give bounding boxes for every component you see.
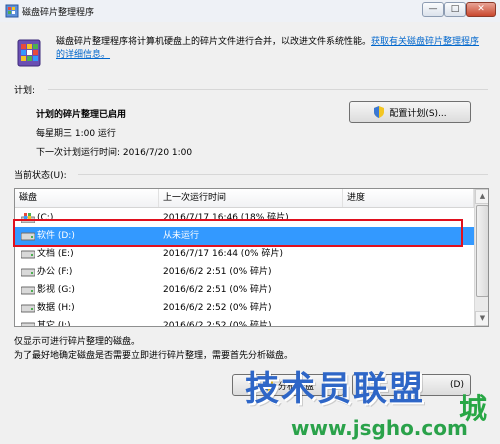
note-line-1: 仅显示可进行碎片整理的磁盘。	[14, 337, 141, 347]
disk-name: 办公 (F:)	[37, 267, 73, 277]
disk-name: 数据 (H:)	[37, 303, 75, 313]
hard-drive-icon	[21, 268, 35, 277]
hard-drive-icon	[21, 322, 35, 326]
disk-row-g[interactable]: 影视 (G:) 2016/6/2 2:51 (0% 碎片)	[15, 281, 474, 299]
defrag-app-icon	[5, 4, 19, 18]
disk-name: 影视 (G:)	[37, 285, 75, 295]
maximize-button[interactable]: □	[444, 2, 466, 17]
hard-drive-icon	[21, 286, 35, 295]
title-bar: 磁盘碎片整理程序 — □ ✕	[0, 0, 500, 23]
description-text: 磁盘碎片整理程序将计算机硬盘上的碎片文件进行合并，以改进文件系统性能。	[56, 37, 372, 47]
status-divider	[78, 174, 488, 175]
configure-schedule-label: 配置计划(S)...	[389, 108, 447, 119]
disk-last-run: 2016/7/17 16:44 (0% 碎片)	[163, 249, 283, 259]
disk-list: 磁盘 上一次运行时间 进度 (C:) 2016/7/17 16:46 (18% …	[14, 188, 489, 327]
column-last-run[interactable]: 上一次运行时间	[159, 189, 343, 207]
defrag-banner-icon	[17, 39, 41, 67]
watermark-title: 技术员联盟	[245, 369, 425, 409]
scroll-down-icon[interactable]: ▼	[475, 311, 488, 326]
window-title: 磁盘碎片整理程序	[22, 8, 95, 18]
minimize-button[interactable]: —	[422, 2, 444, 17]
minimize-icon: —	[428, 4, 438, 14]
schedule-next-run: 下一次计划运行时间: 2016/7/20 1:00	[36, 148, 193, 158]
schedule-status: 计划的碎片整理已启用	[36, 110, 127, 120]
header-description: 磁盘碎片整理程序将计算机硬盘上的碎片文件进行合并，以改进文件系统性能。获取有关磁…	[56, 36, 488, 62]
disk-row-i[interactable]: 其它 (I:) 2016/6/2 2:52 (0% 碎片)	[15, 317, 474, 327]
close-button[interactable]: ✕	[466, 2, 496, 17]
configure-schedule-button[interactable]: 配置计划(S)...	[349, 101, 471, 123]
note-line-2: 为了最好地确定磁盘是否需要立即进行碎片整理，需要首先分析磁盘。	[14, 351, 294, 361]
disk-last-run: 2016/6/2 2:51 (0% 碎片)	[163, 285, 272, 295]
close-icon: ✕	[477, 4, 485, 14]
column-disk[interactable]: 磁盘	[15, 189, 159, 207]
schedule-run-time: 每星期三 1:00 运行	[36, 129, 116, 139]
hard-drive-icon	[21, 250, 35, 259]
column-progress[interactable]: 进度	[343, 189, 474, 207]
status-section-label: 当前状态(U):	[14, 171, 67, 181]
watermark-url: www.jsgho.com	[291, 416, 468, 440]
schedule-divider	[48, 89, 488, 90]
disk-last-run: 2016/6/2 2:52 (0% 碎片)	[163, 321, 272, 327]
annotation-highlight-box	[13, 219, 463, 247]
disk-last-run: 2016/6/2 2:51 (0% 碎片)	[163, 267, 272, 277]
scrollbar-thumb[interactable]	[476, 205, 488, 297]
watermark: 技术员联盟 城 www.jsgho.com	[245, 361, 500, 444]
disk-row-e[interactable]: 文档 (E:) 2016/7/17 16:44 (0% 碎片)	[15, 245, 474, 263]
uac-shield-icon	[374, 106, 385, 118]
schedule-section-label: 计划:	[14, 86, 36, 96]
disk-name: 文档 (E:)	[37, 249, 74, 259]
disk-list-header: 磁盘 上一次运行时间 进度	[15, 189, 474, 208]
hard-drive-icon	[21, 304, 35, 313]
disk-row-h[interactable]: 数据 (H:) 2016/6/2 2:52 (0% 碎片)	[15, 299, 474, 317]
disk-row-f[interactable]: 办公 (F:) 2016/6/2 2:51 (0% 碎片)	[15, 263, 474, 281]
maximize-icon: □	[450, 4, 460, 14]
scroll-up-icon[interactable]: ▲	[475, 189, 488, 204]
disk-name: 其它 (I:)	[37, 321, 71, 327]
disk-last-run: 2016/6/2 2:52 (0% 碎片)	[163, 303, 272, 313]
vertical-scrollbar[interactable]: ▲ ▼	[474, 189, 488, 326]
